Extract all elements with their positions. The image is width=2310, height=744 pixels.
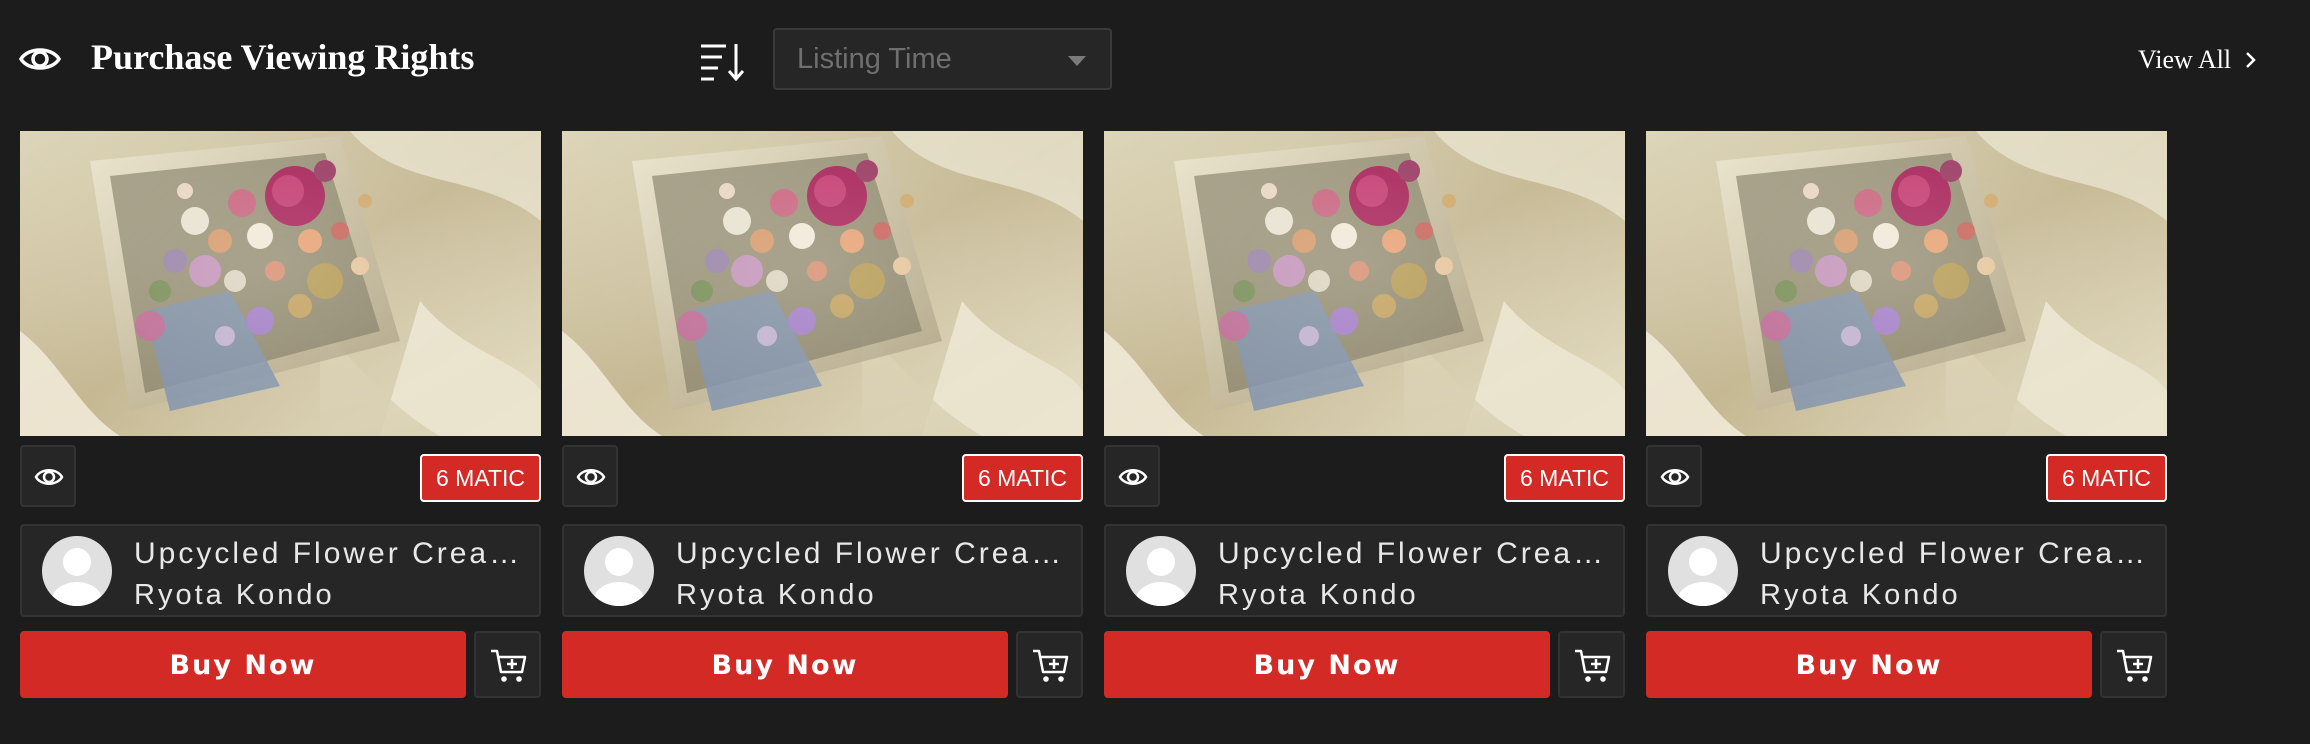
view-all-label: View All	[2138, 45, 2232, 74]
add-to-cart-icon	[1575, 649, 1611, 682]
view-button[interactable]	[562, 445, 618, 507]
user-avatar-placeholder-icon	[1677, 548, 1729, 606]
creator-info[interactable]: Upcycled Flower Creation Ryota Kondo	[1646, 524, 2167, 617]
view-button[interactable]	[1646, 445, 1702, 507]
caret-down-icon	[1068, 56, 1086, 66]
eye-icon	[18, 48, 62, 70]
view-all-link[interactable]: View All	[2138, 40, 2259, 80]
add-to-cart-button[interactable]	[1558, 631, 1625, 698]
add-to-cart-icon	[1033, 649, 1069, 682]
artwork-thumbnail[interactable]	[1104, 131, 1625, 436]
chevron-right-icon	[2246, 52, 2256, 68]
buy-now-button[interactable]: Buy Now	[1646, 631, 2092, 698]
artwork-thumbnail[interactable]	[20, 131, 541, 436]
buy-now-button[interactable]: Buy Now	[20, 631, 466, 698]
view-button[interactable]	[1104, 445, 1160, 507]
creator-name: Ryota Kondo	[1218, 579, 1419, 611]
price-badge: 6 MATIC	[961, 454, 1083, 502]
add-to-cart-icon	[491, 649, 527, 682]
creator-name: Ryota Kondo	[134, 579, 335, 611]
artwork-thumbnail[interactable]	[1646, 131, 2167, 436]
artwork-card[interactable]: 6 MATIC Upcycled Flower Creation Ryota Kon…	[1104, 131, 1625, 699]
price-badge: 6 MATIC	[1503, 454, 1625, 502]
add-to-cart-icon	[2117, 649, 2153, 682]
avatar	[42, 536, 112, 606]
creator-name: Ryota Kondo	[676, 579, 877, 611]
artwork-title: Upcycled Flower Creation	[676, 537, 1071, 570]
artwork-card[interactable]: 6 MATIC Upcycled Flower Creation Ryota Kon…	[1646, 131, 2167, 699]
eye-icon	[1660, 469, 1690, 485]
artwork-card[interactable]: 6 MATIC Upcycled Flower Creation Ryota Kon…	[20, 131, 541, 699]
add-to-cart-button[interactable]	[1016, 631, 1083, 698]
eye-icon	[1118, 469, 1148, 485]
artwork-title: Upcycled Flower Creation	[1760, 537, 2155, 570]
user-avatar-placeholder-icon	[1135, 548, 1187, 606]
price-badge: 6 MATIC	[419, 454, 541, 502]
artwork-title: Upcycled Flower Creation	[134, 537, 529, 570]
artwork-title: Upcycled Flower Creation	[1218, 537, 1613, 570]
eye-icon	[576, 469, 606, 485]
add-to-cart-button[interactable]	[2100, 631, 2167, 698]
add-to-cart-button[interactable]	[474, 631, 541, 698]
creator-info[interactable]: Upcycled Flower Creation Ryota Kondo	[20, 524, 541, 617]
section-header: Purchase Viewing Rights Listing Time Vie…	[0, 0, 2310, 120]
avatar	[584, 536, 654, 606]
avatar	[1126, 536, 1196, 606]
sort-select-value: Listing Time	[797, 43, 952, 75]
creator-name: Ryota Kondo	[1760, 579, 1961, 611]
artwork-thumbnail[interactable]	[562, 131, 1083, 436]
price-badge: 6 MATIC	[2045, 454, 2167, 502]
user-avatar-placeholder-icon	[51, 548, 103, 606]
sort-descending-icon[interactable]	[698, 38, 744, 84]
buy-now-button[interactable]: Buy Now	[562, 631, 1008, 698]
eye-icon	[34, 469, 64, 485]
creator-info[interactable]: Upcycled Flower Creation Ryota Kondo	[1104, 524, 1625, 617]
buy-now-button[interactable]: Buy Now	[1104, 631, 1550, 698]
creator-info[interactable]: Upcycled Flower Creation Ryota Kondo	[562, 524, 1083, 617]
avatar	[1668, 536, 1738, 606]
page-title: Purchase Viewing Rights	[91, 37, 475, 77]
sort-select[interactable]: Listing Time	[773, 28, 1112, 90]
view-button[interactable]	[20, 445, 76, 507]
user-avatar-placeholder-icon	[593, 548, 645, 606]
artwork-card[interactable]: 6 MATIC Upcycled Flower Creation Ryota Kon…	[562, 131, 1083, 699]
